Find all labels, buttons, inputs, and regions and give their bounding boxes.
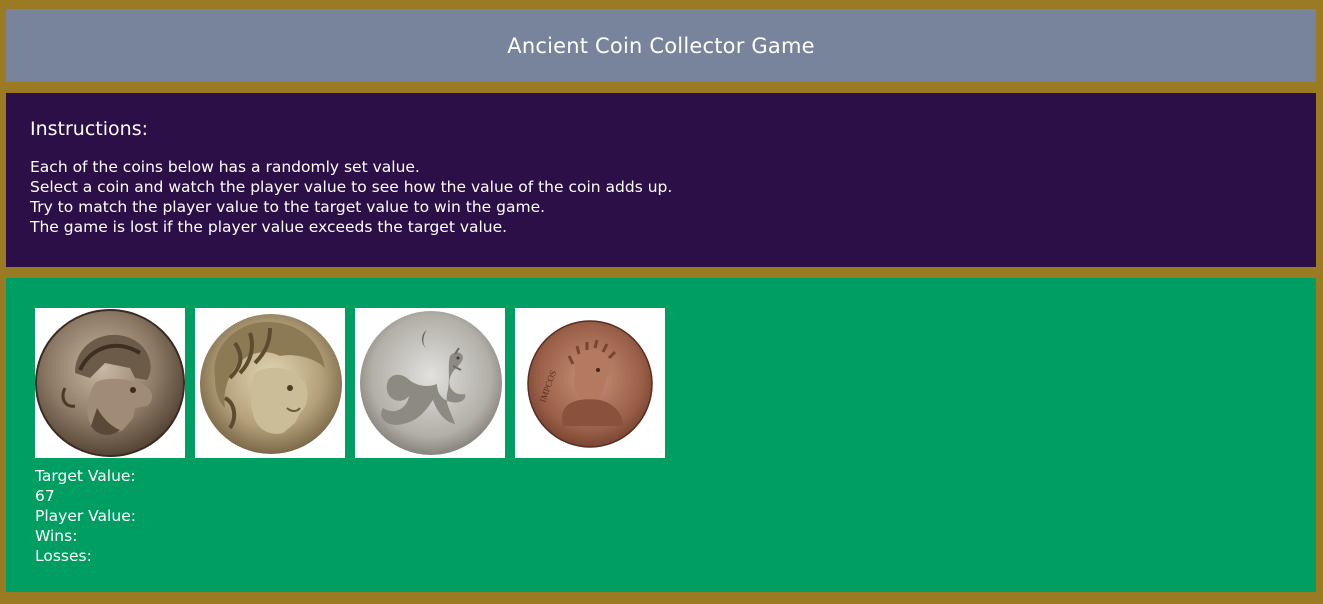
wins-label: Wins: — [35, 527, 78, 545]
instruction-line: The game is lost if the player value exc… — [30, 218, 508, 236]
coin-button-2[interactable] — [195, 308, 345, 458]
sea-serpent-coin-icon — [360, 311, 502, 455]
player-value-label: Player Value: — [35, 507, 136, 525]
instruction-line: Try to match the player value to the tar… — [30, 198, 546, 216]
instructions-text: Each of the coins below has a randomly s… — [30, 157, 1292, 237]
target-value-label: Target Value: — [35, 467, 136, 485]
helmeted-warrior-coin-icon — [35, 309, 185, 457]
stats-panel: Target Value: 67 Player Value: Wins: Los… — [35, 466, 1316, 566]
game-header: Ancient Coin Collector Game — [6, 9, 1316, 82]
instructions-panel: Instructions: Each of the coins below ha… — [6, 93, 1316, 267]
instructions-heading: Instructions: — [30, 118, 148, 140]
coin-button-3[interactable] — [355, 308, 505, 458]
emperor-portrait-coin-icon: IMPCOS — [527, 320, 653, 448]
coin-button-4[interactable]: IMPCOS — [515, 308, 665, 458]
losses-label: Losses: — [35, 547, 92, 565]
lion-headdress-coin-icon — [200, 314, 342, 454]
coin-button-1[interactable] — [35, 308, 185, 458]
page-title: Ancient Coin Collector Game — [507, 33, 815, 58]
instruction-line: Select a coin and watch the player value… — [30, 178, 673, 196]
target-value: 67 — [35, 487, 55, 505]
coin-row: IMPCOS — [35, 308, 1316, 458]
instruction-line: Each of the coins below has a randomly s… — [30, 158, 420, 176]
game-area: IMPCOS Target Value: 67 Player Value: Wi… — [6, 278, 1316, 592]
